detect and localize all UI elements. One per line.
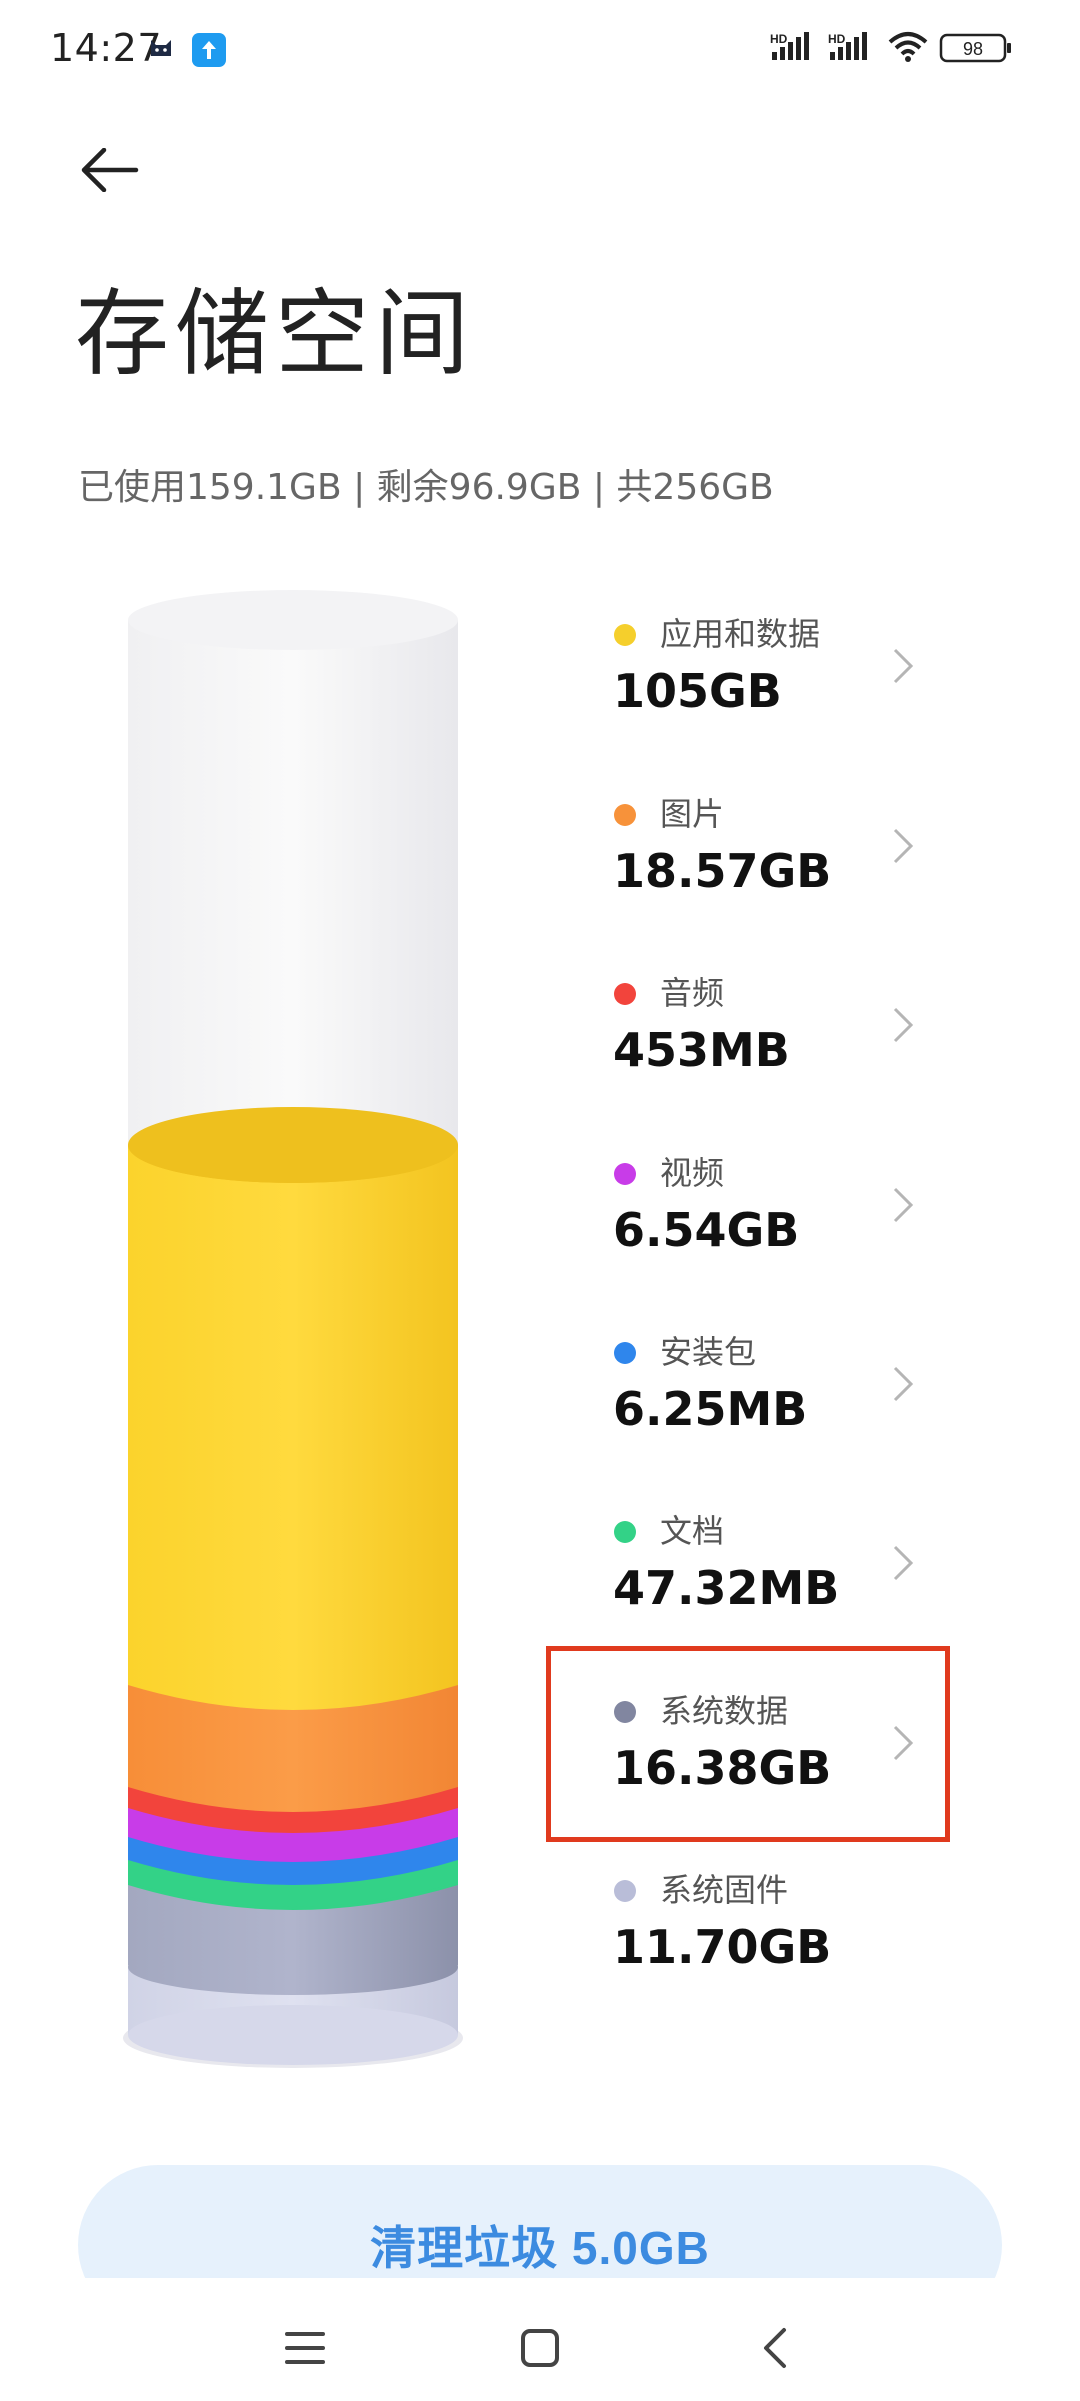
hd-signal-icon: HD bbox=[770, 32, 809, 60]
category-name: 系统数据 bbox=[660, 1692, 789, 1730]
category-dot bbox=[614, 983, 636, 1005]
menu-icon bbox=[285, 2332, 325, 2364]
back-icon bbox=[764, 2328, 786, 2368]
chevron-right-icon bbox=[893, 1366, 914, 1402]
status-time: 14:27 bbox=[50, 26, 163, 70]
category-install-packages[interactable]: 安装包 6.25MB bbox=[600, 1318, 960, 1468]
category-name: 系统固件 bbox=[660, 1871, 789, 1909]
chevron-right-icon bbox=[893, 1545, 914, 1581]
category-dot bbox=[614, 1163, 636, 1185]
category-apps-data[interactable]: 应用和数据 105GB bbox=[600, 600, 960, 750]
category-size: 47.32MB bbox=[613, 1561, 840, 1615]
category-name: 音频 bbox=[660, 974, 725, 1012]
svg-text:98: 98 bbox=[963, 39, 983, 59]
category-system-firmware: 系统固件 11.70GB bbox=[600, 1856, 960, 2006]
battery-icon: 98 bbox=[939, 33, 1011, 63]
category-documents[interactable]: 文档 47.32MB bbox=[600, 1497, 960, 1647]
clean-junk-label: 清理垃圾 5.0GB bbox=[370, 2222, 710, 2274]
status-bar: 14:27 HD HD 98 bbox=[0, 0, 1080, 104]
chevron-right-icon bbox=[893, 648, 914, 684]
svg-text:HD: HD bbox=[770, 32, 788, 46]
category-size: 16.38GB bbox=[613, 1741, 832, 1795]
category-dot bbox=[614, 1342, 636, 1364]
category-size: 453MB bbox=[613, 1023, 790, 1077]
chevron-right-icon bbox=[893, 828, 914, 864]
hd-signal-icon: HD bbox=[828, 32, 867, 60]
nav-back-button[interactable] bbox=[740, 2318, 810, 2378]
cylinder-top bbox=[128, 590, 458, 650]
category-dot bbox=[614, 1880, 636, 1902]
back-arrow-icon bbox=[81, 148, 139, 192]
category-size: 18.57GB bbox=[613, 844, 832, 898]
recents-button[interactable] bbox=[270, 2318, 340, 2378]
back-button[interactable] bbox=[70, 135, 150, 205]
category-dot bbox=[614, 624, 636, 646]
cat-app-icon bbox=[148, 34, 174, 64]
chevron-right-icon bbox=[893, 1007, 914, 1043]
home-button[interactable] bbox=[505, 2318, 575, 2378]
chevron-right-icon bbox=[893, 1725, 914, 1761]
upload-app-icon bbox=[192, 33, 226, 71]
system-navigation-bar bbox=[0, 2278, 1080, 2401]
wifi-icon bbox=[888, 32, 928, 62]
segment-apps-data bbox=[128, 1145, 458, 1685]
category-size: 6.25MB bbox=[613, 1382, 808, 1436]
category-audio[interactable]: 音频 453MB bbox=[600, 959, 960, 1109]
category-size: 6.54GB bbox=[613, 1203, 800, 1257]
category-dot bbox=[614, 1701, 636, 1723]
category-dot bbox=[614, 804, 636, 826]
home-icon bbox=[521, 2329, 559, 2367]
category-system-data[interactable]: 系统数据 16.38GB bbox=[600, 1677, 960, 1827]
category-size: 105GB bbox=[613, 664, 782, 718]
category-video[interactable]: 视频 6.54GB bbox=[600, 1139, 960, 1289]
category-images[interactable]: 图片 18.57GB bbox=[600, 780, 960, 930]
category-name: 文档 bbox=[660, 1512, 725, 1550]
category-name: 安装包 bbox=[660, 1333, 757, 1371]
storage-cylinder-chart bbox=[120, 590, 466, 2080]
status-icons: HD HD 98 bbox=[770, 30, 1020, 74]
category-dot bbox=[614, 1521, 636, 1543]
svg-text:HD: HD bbox=[828, 32, 846, 46]
chevron-right-icon bbox=[893, 1187, 914, 1223]
segment-free-space bbox=[128, 620, 458, 1145]
category-name: 图片 bbox=[660, 795, 725, 833]
page-title: 存储空间 bbox=[75, 280, 476, 389]
category-name: 视频 bbox=[660, 1154, 725, 1192]
category-size: 11.70GB bbox=[613, 1920, 832, 1974]
category-name: 应用和数据 bbox=[660, 615, 821, 653]
storage-summary: 已使用159.1GB | 剩余96.9GB | 共256GB bbox=[78, 467, 774, 508]
